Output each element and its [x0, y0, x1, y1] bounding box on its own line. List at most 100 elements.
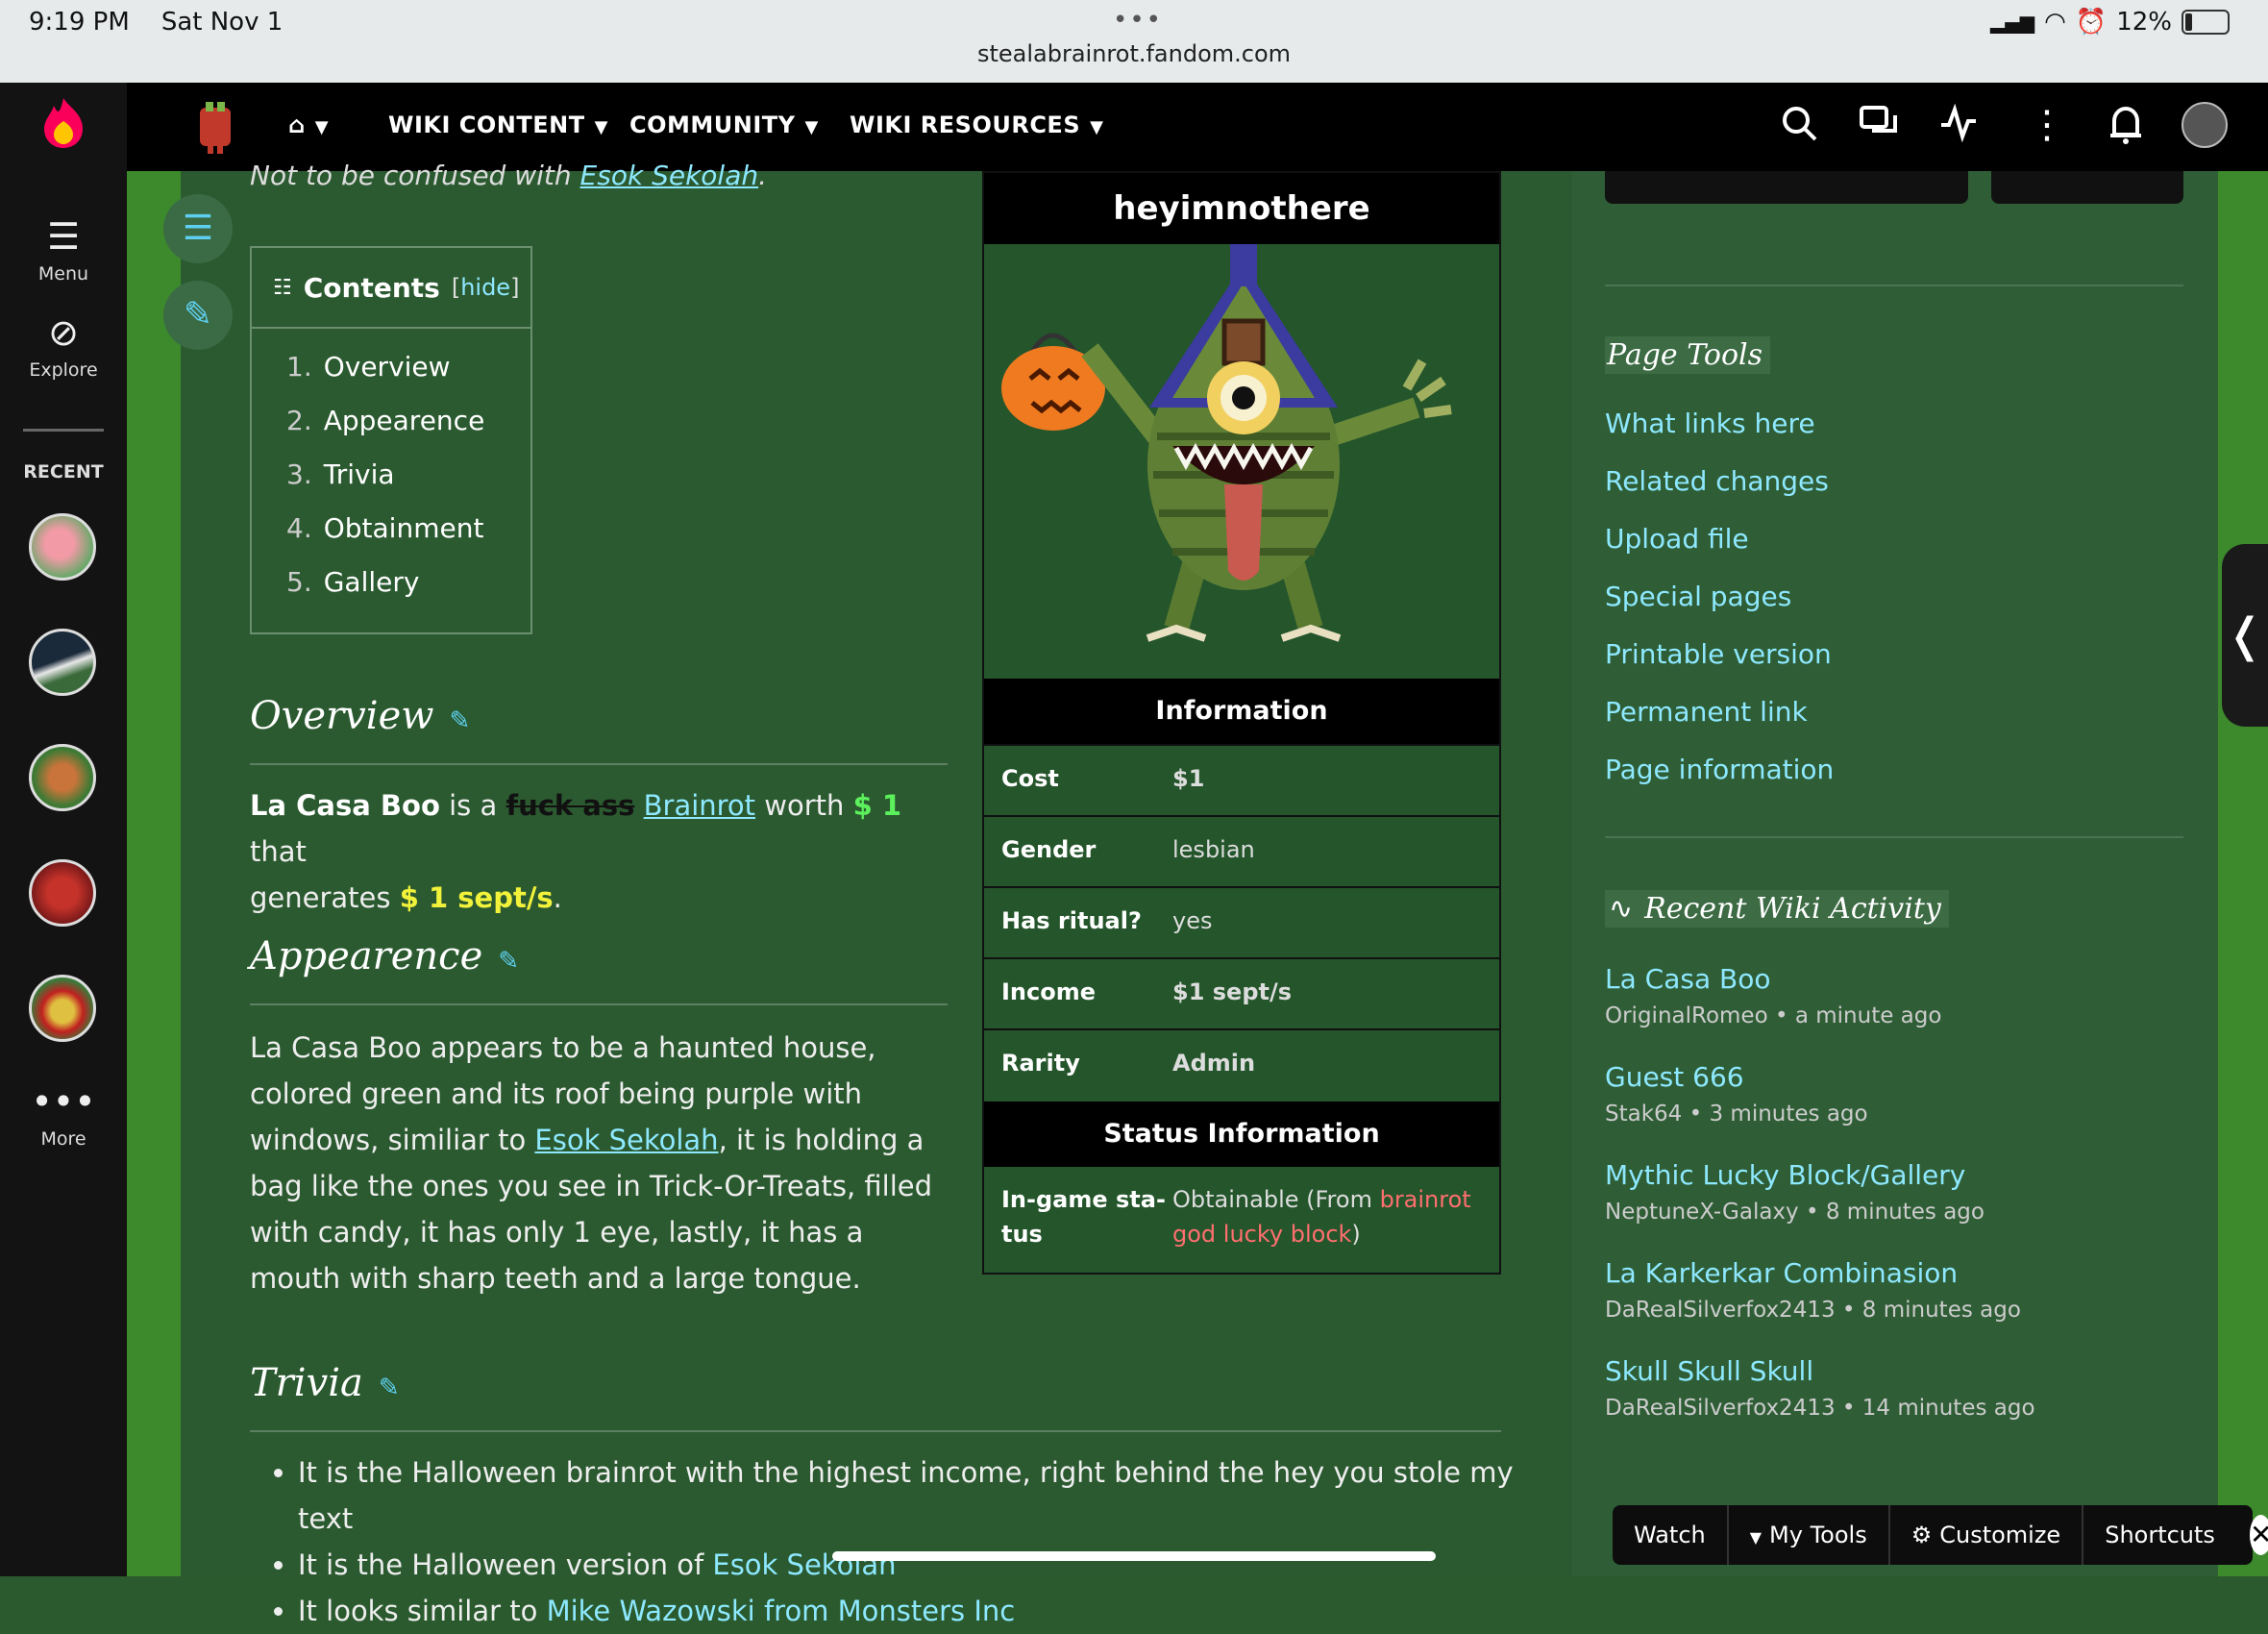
infobox-value: yes — [1172, 907, 1213, 934]
toc-item-number: 5. — [286, 566, 312, 598]
text: tus — [1001, 1221, 1043, 1248]
esok-sekolah-link[interactable]: Esok Sekolah — [534, 1124, 718, 1156]
activity-page-link[interactable]: Mythic Lucky Block/Gallery — [1605, 1159, 1965, 1191]
infobox-key: In-game sta-tus — [1001, 1182, 1166, 1251]
nav-community[interactable]: COMMUNITY ▼ — [629, 111, 819, 138]
status-indicators: ▂▄▆ ◠ ⏰ 12% — [1990, 8, 2230, 37]
hatnote-text: Not to be confused with — [250, 160, 580, 191]
red-link[interactable]: brainrot — [1380, 1186, 1471, 1213]
rail-more-button[interactable]: ••• More — [0, 1082, 127, 1150]
page-tools-title: Page Tools — [1605, 336, 1771, 374]
toc-item-number: 1. — [286, 351, 312, 383]
recent-wiki-avatar[interactable] — [29, 744, 96, 811]
nav-wiki-resources[interactable]: WIKI RESOURCES ▼ — [850, 111, 1103, 138]
pencil-icon: ✎ — [183, 295, 213, 334]
rail-explore-button[interactable]: ⊘ Explore — [0, 313, 127, 381]
wiki-home-icon: ⌂ — [288, 111, 306, 138]
toc-header: ☷ Contents [hide] — [252, 248, 530, 329]
infobox-section-header: Status Information — [984, 1102, 1499, 1167]
edit-page-button[interactable]: ✎ — [163, 281, 233, 350]
list-icon: ☰ — [182, 209, 214, 248]
search-icon[interactable] — [1780, 104, 1818, 142]
toc-item[interactable]: 5. Gallery — [286, 565, 530, 619]
nav-wiki-home-dropdown[interactable]: ⌂ ▼ — [288, 111, 329, 138]
text: . — [553, 881, 562, 914]
close-toolbar-icon[interactable]: ✕ — [2249, 1515, 2268, 1555]
page-tool-link[interactable]: Page information — [1605, 754, 1834, 785]
caret-down-icon: ▼ — [1749, 1528, 1763, 1547]
activity-icon: ∿ — [1609, 892, 1634, 926]
rail-menu-button[interactable]: ☰ Menu — [0, 217, 127, 285]
discussions-icon[interactable] — [1859, 104, 1899, 142]
text: Obtainable (From — [1172, 1186, 1380, 1213]
page-tool-link[interactable]: What links here — [1605, 408, 1815, 439]
page-tool-link[interactable]: Upload file — [1605, 523, 1749, 555]
edit-section-pencil-icon[interactable]: ✎ — [498, 947, 519, 976]
toolbar-label: Watch — [1634, 1522, 1706, 1548]
section-heading-appearence: Appearence ✎ — [250, 934, 519, 978]
infobox-key: Income — [1001, 978, 1097, 1005]
notifications-bell-icon[interactable] — [2107, 104, 2145, 146]
toolbar-label: Shortcuts — [2105, 1522, 2215, 1548]
page-tool-link[interactable]: Related changes — [1605, 465, 1829, 497]
watch-button[interactable]: Watch — [1613, 1505, 1729, 1565]
wiki-logo-icon[interactable] — [194, 98, 236, 154]
heading-divider — [250, 763, 948, 765]
toc-item[interactable]: 2. Appearence — [286, 404, 530, 458]
edit-section-pencil-icon[interactable]: ✎ — [379, 1374, 400, 1402]
heading-divider — [250, 1430, 1501, 1432]
text: generates — [250, 881, 400, 914]
toc-item-number: 2. — [286, 405, 312, 436]
rarity-value: Admin — [1172, 1050, 1256, 1077]
activity-page-link[interactable]: La Casa Boo — [1605, 963, 1770, 995]
recent-wiki-avatar[interactable] — [29, 513, 96, 581]
toc-hide-label: hide — [460, 274, 511, 301]
recent-wiki-avatar[interactable] — [29, 859, 96, 927]
brainrot-link[interactable]: Brainrot — [644, 789, 755, 822]
multitask-dots-icon[interactable]: ••• — [1113, 6, 1163, 35]
red-link[interactable]: god lucky block — [1172, 1221, 1351, 1248]
hatnote-link[interactable]: Esok Sekolah — [580, 160, 759, 191]
infobox-row: Has ritual? yes — [984, 886, 1499, 959]
toolbar-label: Customize — [1939, 1522, 2061, 1548]
heading-text: Appearence — [250, 934, 483, 978]
edit-section-pencil-icon[interactable]: ✎ — [449, 706, 470, 735]
shortcuts-button[interactable]: Shortcuts — [2083, 1505, 2236, 1565]
user-avatar[interactable] — [2182, 102, 2228, 148]
rail-collapse-tab[interactable]: ❬ — [2222, 544, 2268, 727]
recent-wiki-avatar[interactable] — [29, 975, 96, 1042]
la-casa-boo-image[interactable] — [984, 244, 1499, 679]
recent-activity-title: ∿ Recent Wiki Activity — [1605, 890, 1949, 928]
toc-item[interactable]: 4. Obtainment — [286, 511, 530, 565]
recent-wiki-avatar[interactable] — [29, 629, 96, 696]
rail-explore-label: Explore — [29, 359, 98, 381]
rail-divider — [1605, 285, 2183, 286]
list-icon: ☷ — [273, 275, 292, 300]
home-indicator[interactable] — [832, 1551, 1436, 1561]
nav-wiki-content[interactable]: WIKI CONTENT ▼ — [388, 111, 608, 138]
list-item: It is the Halloween version of Esok Seko… — [298, 1542, 1547, 1588]
my-tools-button[interactable]: ▼ My Tools — [1729, 1505, 1890, 1565]
activity-page-link[interactable]: Guest 666 — [1605, 1061, 1744, 1093]
page-tool-link[interactable]: Printable version — [1605, 638, 1832, 670]
toc-hide-toggle[interactable]: [hide] — [452, 274, 520, 301]
toc-item[interactable]: 3. Trivia — [286, 458, 530, 511]
toc-item[interactable]: 1. Overview — [286, 350, 530, 404]
activity-page-link[interactable]: Skull Skull Skull — [1605, 1355, 1813, 1387]
page-tool-link[interactable]: Permanent link — [1605, 696, 1808, 728]
activity-page-link[interactable]: La Karkerkar Combinasion — [1605, 1257, 1958, 1289]
rail-button-partial[interactable] — [1605, 171, 1968, 204]
activity-icon[interactable] — [1939, 104, 1978, 142]
mike-wazowski-link[interactable]: Mike Wazowski from Monsters Inc — [547, 1595, 1016, 1627]
activity-meta: Stak64 • 3 minutes ago — [1605, 1102, 1868, 1126]
infobox-key: Gender — [1001, 836, 1097, 863]
text: is a — [439, 789, 506, 822]
rail-button-partial[interactable] — [1991, 171, 2183, 204]
infobox-row: Income $1 sept/s — [984, 957, 1499, 1030]
page-tool-link[interactable]: Special pages — [1605, 581, 1791, 612]
fandom-logo-icon[interactable] — [40, 96, 86, 150]
more-actions-icon[interactable]: ⋮ — [2028, 104, 2066, 146]
address-bar[interactable]: stealabrainrot.fandom.com — [0, 40, 2268, 67]
customize-button[interactable]: ⚙ Customize — [1890, 1505, 2084, 1565]
toc-toggle-button[interactable]: ☰ — [163, 194, 233, 263]
